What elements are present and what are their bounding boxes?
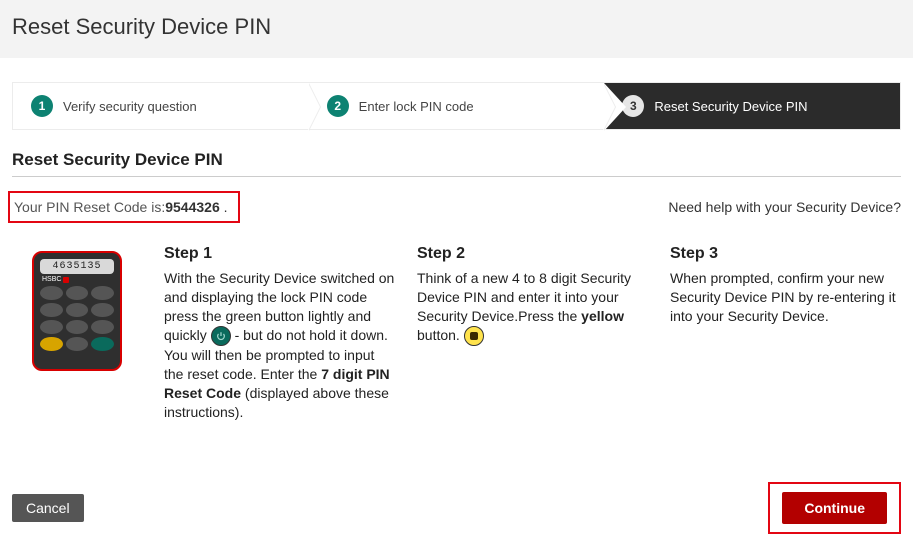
device-keypad (40, 286, 114, 351)
continue-button[interactable]: Continue (782, 492, 887, 524)
wizard-step-2: 2 Enter lock PIN code (309, 83, 605, 129)
step-3-title: Step 3 (670, 245, 901, 263)
wizard-step-2-label: Enter lock PIN code (359, 99, 474, 114)
continue-button-highlight: Continue (768, 482, 901, 534)
wizard-step-3-num: 3 (622, 95, 644, 117)
wizard-steps: 1 Verify security question 2 Enter lock … (12, 82, 901, 130)
device-brand: HSBC (42, 276, 114, 283)
step-3-text: When prompted, confirm your new Security… (670, 269, 901, 326)
cancel-button[interactable]: Cancel (12, 494, 84, 522)
wizard-step-1-num: 1 (31, 95, 53, 117)
step-2: Step 2 Think of a new 4 to 8 digit Secur… (417, 245, 648, 346)
keypad-green-button-icon (91, 337, 114, 351)
section-title: Reset Security Device PIN (12, 150, 901, 177)
instructions-row: 4635135 HSBC Step 1 With the Security De… (12, 245, 901, 422)
security-device-image: 4635135 HSBC (32, 251, 122, 371)
pin-reset-code-suffix: . (220, 199, 228, 215)
page-title: Reset Security Device PIN (12, 14, 901, 40)
pin-reset-code-label: Your PIN Reset Code is: (14, 199, 165, 215)
wizard-step-3: 3 Reset Security Device PIN (604, 83, 900, 129)
wizard-step-2-num: 2 (327, 95, 349, 117)
page-header: Reset Security Device PIN (0, 0, 913, 58)
step-3: Step 3 When prompted, confirm your new S… (670, 245, 901, 326)
device-screen: 4635135 (40, 259, 114, 274)
green-button-icon (211, 326, 231, 346)
footer-actions: Cancel Continue (12, 482, 901, 550)
step-1: Step 1 With the Security Device switched… (164, 245, 395, 422)
wizard-step-3-label: Reset Security Device PIN (654, 99, 807, 114)
help-link[interactable]: Need help with your Security Device? (668, 199, 901, 215)
yellow-button-icon (464, 326, 484, 346)
step-1-title: Step 1 (164, 245, 395, 263)
hsbc-logo-icon (63, 277, 69, 283)
keypad-yellow-button-icon (40, 337, 63, 351)
pin-reset-code-value: 9544326 (165, 199, 220, 215)
wizard-step-1: 1 Verify security question (13, 83, 309, 129)
step-2-text: Think of a new 4 to 8 digit Security Dev… (417, 269, 648, 346)
step-2-title: Step 2 (417, 245, 648, 263)
pin-reset-code-box: Your PIN Reset Code is:9544326 . (8, 191, 240, 223)
step-1-text: With the Security Device switched on and… (164, 269, 395, 422)
wizard-step-1-label: Verify security question (63, 99, 197, 114)
